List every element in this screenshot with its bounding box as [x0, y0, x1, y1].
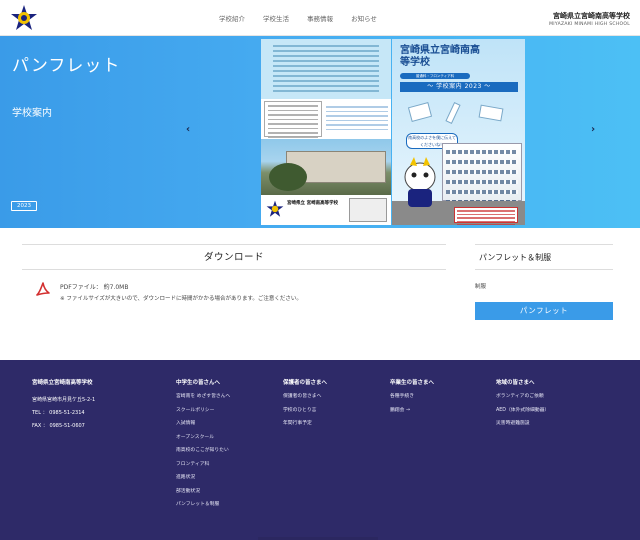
nav-item-office-info[interactable]: 事務情報	[298, 13, 342, 23]
footer-link[interactable]: 保護者の皆さまへ	[283, 392, 327, 406]
footer-link[interactable]: フロンティア科	[176, 460, 230, 474]
footer-link[interactable]: 各種手続き	[390, 392, 434, 406]
sidebar: パンフレット＆制服 制服 パンフレット	[475, 244, 613, 320]
footer-heading: 地域の皆さまへ	[496, 380, 535, 386]
site-header: 学校紹介 学校生活 事務情報 お知らせ 宮崎県立宮崎南高等学校 MIYAZAKI…	[0, 0, 640, 36]
nav-item-about[interactable]: 学校紹介	[210, 13, 254, 23]
cover-red-box	[454, 207, 518, 225]
footer-tel: TEL ： 0985-51-2314	[32, 410, 85, 416]
footer-link[interactable]: 部活動状況	[176, 487, 230, 501]
file-size-note: ※ ファイルサイズが大きいので、ダウンロードに時間がかかる場合があります。ご注意…	[60, 296, 302, 302]
pamphlet-info-boxes	[261, 99, 391, 139]
download-section: ダウンロード PDFファイル： 約7.0MB ※ ファイルサイズが大きいので、ダ…	[22, 244, 446, 302]
footer-link[interactable]: AED（体外式除細動器）	[496, 406, 549, 420]
pamphlet-cover-image: 宮崎県立宮崎南高等学校 普通科・フロンティア科 〜 学校案内 2023 〜 南高…	[392, 39, 525, 225]
footer-school-name[interactable]: 宮崎県立宮崎南高等学校	[32, 378, 95, 386]
hero-slider: パンフレット 学校案内 2023 ‹ › 宮崎県立 宮崎南高等学校 宮崎県立宮崎…	[0, 36, 640, 228]
header-school-name[interactable]: 宮崎県立宮崎南高等学校 MIYAZAKI MINAMI HIGH SCHOOL	[549, 11, 630, 27]
cover-course-tag: 普通科・フロンティア科	[400, 73, 470, 79]
page-title: パンフレット	[12, 56, 121, 76]
pdf-icon[interactable]	[36, 282, 50, 298]
map-thumbnail	[349, 198, 387, 222]
download-heading: ダウンロード	[22, 244, 446, 270]
footer-col-alumni: 卒業生の皆さまへ 各種手続き 鵬翔会 →	[390, 378, 434, 419]
footer-link[interactable]: 災害時避難施設	[496, 419, 549, 433]
pamphlet-text-block	[261, 39, 391, 99]
footer-address: 宮崎県宮崎市月見ケ丘5-2-1	[32, 397, 96, 403]
pamphlet-footer: 宮崎県立 宮崎南高等学校	[261, 195, 391, 225]
slider-next-arrow-icon[interactable]: ›	[591, 124, 595, 135]
footer-link[interactable]: 進路状況	[176, 473, 230, 487]
footer-link[interactable]: 学校のひとり言	[283, 406, 327, 420]
mascot-icon	[404, 157, 436, 207]
footer-link[interactable]: オープンスクール	[176, 433, 230, 447]
pdf-file-link[interactable]: PDFファイル： 約7.0MB	[60, 282, 128, 291]
school-emblem-small-icon	[266, 200, 284, 217]
footer-link[interactable]: パンフレット＆制服	[176, 500, 230, 514]
cover-title: 宮崎県立宮崎南高等学校	[400, 45, 480, 68]
pamphlet-button[interactable]: パンフレット	[475, 302, 613, 320]
stationery-illustration-icon	[407, 102, 504, 124]
footer-link[interactable]: 年間行事予定	[283, 419, 327, 433]
footer-heading: 卒業生の皆さまへ	[390, 380, 435, 386]
footer-link[interactable]: 鵬翔会 →	[390, 406, 434, 420]
site-footer: 宮崎県立宮崎南高等学校 宮崎県宮崎市月見ケ丘5-2-1 TEL ： 0985-5…	[0, 360, 640, 540]
slider-prev-arrow-icon[interactable]: ‹	[186, 124, 190, 135]
nav-item-school-life[interactable]: 学校生活	[254, 13, 298, 23]
hero-subtitle: 学校案内	[12, 108, 52, 119]
footer-col-community: 地域の皆さまへ ボランティアのご依頼 AED（体外式除細動器） 災害時避難施設	[496, 378, 549, 433]
footer-link[interactable]: 宮崎南を めざす皆さんへ	[176, 392, 230, 406]
campus-photo	[261, 139, 391, 195]
footer-col-parents: 保護者の皆さまへ 保護者の皆さまへ 学校のひとり言 年間行事予定	[283, 378, 327, 433]
school-name-en: MIYAZAKI MINAMI HIGH SCHOOL	[549, 22, 630, 27]
year-badge: 2023	[11, 201, 37, 211]
footer-school-info: 宮崎県立宮崎南高等学校 宮崎県宮崎市月見ケ丘5-2-1 TEL ： 0985-5…	[32, 378, 95, 433]
footer-link[interactable]: ボランティアのご依頼	[496, 392, 549, 406]
footer-col-junior-high: 中学生の皆さんへ 宮崎南を めざす皆さんへ スクールポリシー 入試情報 オープン…	[176, 378, 230, 514]
sidebar-heading: パンフレット＆制服	[475, 244, 613, 270]
sidebar-link-uniform[interactable]: 制服	[475, 282, 613, 290]
main-nav: 学校紹介 学校生活 事務情報 お知らせ	[210, 13, 386, 23]
school-building-photo	[442, 143, 522, 214]
footer-heading: 中学生の皆さんへ	[176, 380, 221, 386]
footer-heading: 保護者の皆さまへ	[283, 380, 328, 386]
footer-link[interactable]: 入試情報	[176, 419, 230, 433]
school-name-jp: 宮崎県立宮崎南高等学校	[553, 12, 630, 20]
footer-link[interactable]: 南高校のここが知りたい	[176, 446, 230, 460]
footer-fax: FAX ： 0985-51-0607	[32, 423, 85, 429]
footer-link[interactable]: スクールポリシー	[176, 406, 230, 420]
school-emblem-icon[interactable]	[10, 4, 38, 32]
pamphlet-back-image: 宮崎県立 宮崎南高等学校	[261, 39, 391, 225]
cover-banner: 〜 学校案内 2023 〜	[400, 82, 518, 92]
nav-item-news[interactable]: お知らせ	[342, 13, 386, 23]
pamphlet-school-label: 宮崎県立 宮崎南高等学校	[287, 201, 339, 206]
